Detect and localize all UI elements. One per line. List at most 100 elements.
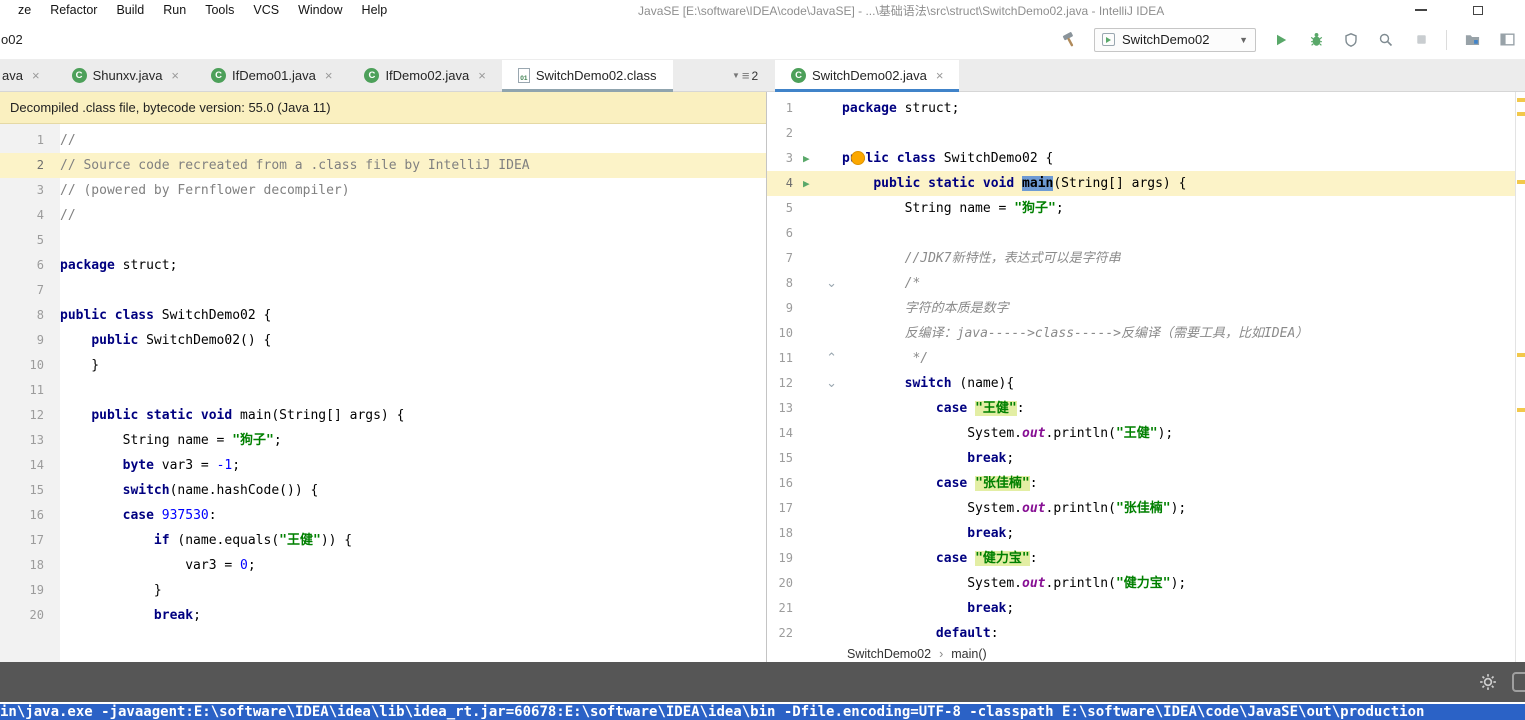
left-code-area[interactable]: 1 // 2 // Source code recreated from a .cla… [0,124,766,662]
run-button[interactable] [1271,30,1291,50]
code-line[interactable]: 12 public static void main(String[] args… [0,403,766,428]
code-line[interactable]: 7 [0,278,766,303]
editor-tab[interactable]: C SwitchDemo02.java × [775,60,960,92]
stripe-mark[interactable] [1517,353,1525,357]
navigation-breadcrumb[interactable]: o02 [0,32,23,47]
code-line[interactable]: 1 package struct; [767,96,1525,121]
fold-icon[interactable]: ⌄ [826,271,837,296]
code-line[interactable]: 10 } [0,353,766,378]
build-button[interactable] [1059,30,1079,50]
code-line[interactable]: 22 default: [767,621,1525,646]
code-line[interactable]: 14 byte var3 = -1; [0,453,766,478]
line-number: 13 [778,401,793,415]
code-line[interactable]: 4 ▶ public static void main(String[] args… [767,171,1525,196]
coverage-button[interactable] [1341,30,1361,50]
code-line[interactable]: 13 String name = "狗子"; [0,428,766,453]
menu-item[interactable]: Run [163,3,186,17]
code-line[interactable]: 7 //JDK7新特性，表达式可以是字符串 [767,246,1525,271]
code-line[interactable]: 2 [767,121,1525,146]
chevron-down-icon: ▼ [732,71,740,80]
code-line[interactable]: 13 case "王健": [767,396,1525,421]
code-line[interactable]: 3 ▶ public class SwitchDemo02 { [767,146,1525,171]
line-number: 10 [29,358,44,372]
code-line[interactable]: 6 [767,221,1525,246]
code-line[interactable]: 20 break; [0,603,766,628]
code-line[interactable]: 16 case "张佳楠": [767,471,1525,496]
menu-item[interactable]: Build [116,3,144,17]
minimize-button[interactable] [1415,9,1427,11]
code-line[interactable]: 5 String name = "狗子"; [767,196,1525,221]
debug-button[interactable] [1306,30,1326,50]
maximize-button[interactable] [1473,5,1483,15]
code-line[interactable]: 21 break; [767,596,1525,621]
menu-item[interactable]: Help [362,3,388,17]
right-code-area[interactable]: 1 package struct; 2 3 ▶ public class SwitchDe… [767,92,1525,646]
code-text: case 937530: [122,508,217,523]
band-secondary-icon[interactable] [1512,672,1525,692]
code-line[interactable]: 9 字符的本质是数字 [767,296,1525,321]
editor-tab[interactable]: 01 SwitchDemo02.class [501,60,673,92]
close-icon[interactable]: × [171,68,179,83]
breadcrumb-item-class[interactable]: SwitchDemo02 [847,647,931,661]
editor-tab[interactable]: ava × [0,60,56,91]
code-line[interactable]: 16 case 937530: [0,503,766,528]
code-line[interactable]: 11 [0,378,766,403]
code-line[interactable]: 1 // [0,128,766,153]
code-line[interactable]: 9 public SwitchDemo02() { [0,328,766,353]
code-line[interactable]: 5 [0,228,766,253]
stripe-mark[interactable] [1517,180,1525,184]
menu-item[interactable]: Refactor [50,3,97,17]
code-line[interactable]: 11 ⌃ */ [767,346,1525,371]
fold-icon[interactable]: ⌄ [826,371,837,396]
locate-file-button[interactable] [1462,30,1482,50]
code-text: public static void main(String[] args) { [873,176,1187,191]
run-arrow-icon[interactable]: ▶ [803,171,810,196]
editor-tab[interactable]: C Shunxv.java × [56,60,195,91]
close-icon[interactable]: × [936,68,944,83]
code-line[interactable]: 10 反编译：java----->class----->反编译（需要工具，比如I… [767,321,1525,346]
code-line[interactable]: 17 System.out.println("张佳楠"); [767,496,1525,521]
close-icon[interactable]: × [325,68,333,83]
code-line[interactable]: 15 break; [767,446,1525,471]
code-line[interactable]: 19 case "健力宝": [767,546,1525,571]
intention-bulb-icon[interactable] [851,151,865,165]
menu-item[interactable]: ze [18,3,31,17]
code-line[interactable]: 8 public class SwitchDemo02 { [0,303,766,328]
code-line[interactable]: 19 } [0,578,766,603]
code-line[interactable]: 4 // [0,203,766,228]
close-icon[interactable]: × [478,68,486,83]
menu-item[interactable]: VCS [253,3,279,17]
stripe-mark[interactable] [1517,112,1525,116]
code-line[interactable]: 20 System.out.println("健力宝"); [767,571,1525,596]
window-controls [1415,0,1525,20]
profiler-button[interactable] [1376,30,1396,50]
stop-button[interactable] [1411,30,1431,50]
stripe-mark[interactable] [1517,98,1525,102]
code-line[interactable]: 12 ⌄ switch (name){ [767,371,1525,396]
close-icon[interactable]: × [32,68,40,83]
code-line[interactable]: 17 if (name.equals("王健")) { [0,528,766,553]
menu-item[interactable]: Tools [205,3,234,17]
tab-overflow-indicator[interactable]: ▼ ≡ 2 [732,60,758,91]
code-line[interactable]: 2 // Source code recreated from a .class … [0,153,766,178]
layout-button[interactable] [1497,30,1517,50]
editor-tab[interactable]: C IfDemo01.java × [195,60,348,91]
line-number: 12 [29,408,44,422]
breadcrumb-item-method[interactable]: main() [951,647,986,661]
code-line[interactable]: 14 System.out.println("王健"); [767,421,1525,446]
code-line[interactable]: 18 var3 = 0; [0,553,766,578]
menu-item[interactable]: Window [298,3,342,17]
code-line[interactable]: 3 // (powered by Fernflower decompiler) [0,178,766,203]
console-line[interactable]: in\java.exe -javaagent:E:\software\IDEA\… [0,702,1525,720]
run-arrow-icon[interactable]: ▶ [803,146,810,171]
code-line[interactable]: 15 switch(name.hashCode()) { [0,478,766,503]
code-line[interactable]: 18 break; [767,521,1525,546]
editor-tab[interactable]: C IfDemo02.java × [348,60,501,91]
run-config-select[interactable]: SwitchDemo02 ▼ [1094,27,1256,52]
gutter-icons [793,396,842,421]
stripe-mark[interactable] [1517,408,1525,412]
code-line[interactable]: 8 ⌄ /* [767,271,1525,296]
code-line[interactable]: 6 package struct; [0,253,766,278]
fold-icon[interactable]: ⌃ [826,346,837,371]
settings-button[interactable] [1479,673,1497,691]
